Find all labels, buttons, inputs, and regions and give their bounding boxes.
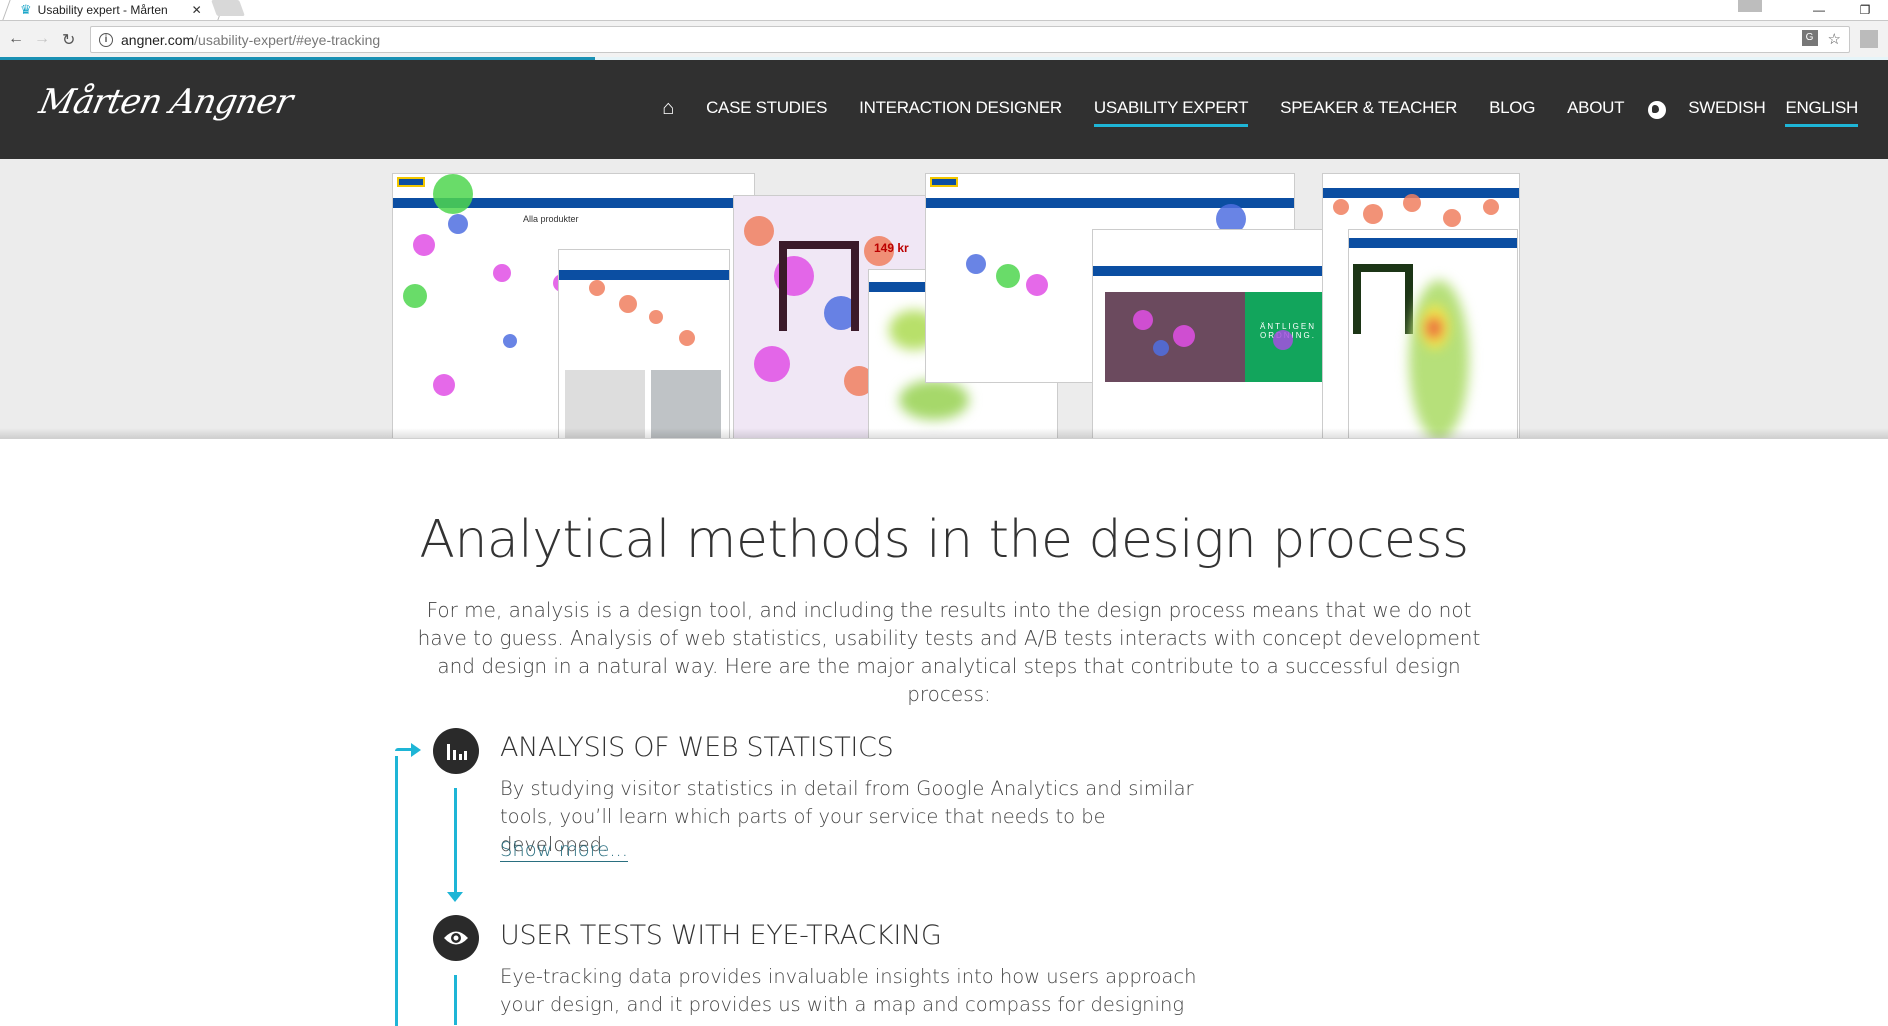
gaze-dot	[1403, 194, 1421, 212]
gaze-dot	[493, 264, 511, 282]
gaze-dot	[403, 284, 427, 308]
arrow-down-icon	[447, 892, 463, 902]
gaze-dot	[1153, 340, 1169, 356]
stool-image	[1353, 264, 1413, 334]
bookmark-star-icon[interactable]: ☆	[1828, 30, 1841, 48]
product-photo	[565, 370, 645, 438]
gaze-dot	[744, 216, 774, 246]
url-path: /usability-expert/#eye-tracking	[194, 31, 381, 48]
gaze-dot	[996, 264, 1020, 288]
step-title-eye-tracking: USER TESTS WITH EYE-TRACKING	[500, 920, 942, 951]
gaze-dot	[503, 334, 517, 348]
site-logo[interactable]: Mårten Angner	[36, 82, 296, 122]
lang-swedish[interactable]: SWEDISH	[1688, 92, 1766, 127]
product-photo	[651, 370, 721, 438]
cast-icon[interactable]	[1860, 30, 1878, 48]
ikea-nav-bar	[1093, 266, 1346, 276]
flow-loop-line	[395, 756, 398, 1026]
site-header: Mårten Angner ⌂ CASE STUDIES INTERACTION…	[0, 60, 1888, 159]
restore-button[interactable]: ❐	[1842, 3, 1888, 17]
eye-icon	[433, 915, 479, 961]
show-more-link[interactable]: Show more...	[500, 838, 628, 862]
gaze-dot	[1273, 330, 1293, 350]
url-host: angner.com	[121, 31, 195, 48]
nav-case-studies[interactable]: CASE STUDIES	[706, 92, 827, 127]
gaze-dot	[433, 174, 473, 214]
gaze-dot	[433, 374, 455, 396]
flow-step-line	[454, 788, 457, 894]
crown-favicon-icon: ♛	[20, 2, 32, 17]
nav-blog[interactable]: BLOG	[1489, 92, 1535, 127]
hero-eye-tracking-collage: Alla produkter 149 kr ÄNTLIGEN	[0, 159, 1888, 439]
gaze-dot	[754, 346, 790, 382]
heatmap-screenshot-stool	[1348, 229, 1518, 438]
gaze-dot	[589, 280, 605, 296]
gaze-dot	[679, 330, 695, 346]
heatmap-blob	[1409, 280, 1469, 438]
heatmap-blob	[899, 380, 969, 420]
nav-interaction-designer[interactable]: INTERACTION DESIGNER	[859, 92, 1062, 127]
nav-usability-expert[interactable]: USABILITY EXPERT	[1093, 92, 1248, 127]
close-tab-icon[interactable]: ✕	[192, 3, 202, 17]
lang-english[interactable]: ENGLISH	[1785, 92, 1858, 127]
ikea-nav-bar	[559, 270, 729, 280]
ikea-nav-bar	[1349, 238, 1517, 248]
gazeplot-screenshot-kitchenware	[558, 249, 730, 438]
globe-icon	[1648, 100, 1667, 119]
forward-icon[interactable]: →	[34, 30, 50, 48]
page-title: Analytical methods in the design process	[419, 510, 1469, 570]
step-title-web-statistics: ANALYSIS OF WEB STATISTICS	[500, 732, 894, 763]
gaze-dot	[1333, 199, 1349, 215]
translate-icon[interactable]: G	[1801, 30, 1818, 46]
profile-icon[interactable]	[1738, 0, 1762, 12]
gaze-dot	[1133, 310, 1153, 330]
step-text-eye-tracking: Eye-tracking data provides invaluable in…	[500, 965, 1197, 1016]
gaze-dot	[413, 234, 435, 256]
browser-tab[interactable]: ♛ Usability expert - Mårten ✕	[6, 0, 206, 20]
chair-image	[779, 241, 859, 331]
gaze-dot	[1363, 204, 1383, 224]
gazeplot-screenshot-campaign: ÄNTLIGEN ORDNING.	[1092, 229, 1347, 438]
gaze-dot	[1173, 325, 1195, 347]
info-icon[interactable]: i	[99, 32, 113, 47]
nav-speaker-teacher[interactable]: SPEAKER & TEACHER	[1280, 92, 1457, 127]
all-products-label: Alla produkter	[523, 214, 579, 224]
url-input[interactable]: i angner.com /usability-expert/#eye-trac…	[90, 26, 1850, 53]
browser-tab-bar: ♛ Usability expert - Mårten ✕ — ❐	[0, 0, 1888, 20]
back-icon[interactable]: ←	[8, 30, 24, 48]
address-toolbar: ← → ↻ i angner.com /usability-expert/#ey…	[0, 20, 1888, 58]
reload-icon[interactable]: ↻	[62, 30, 75, 50]
gaze-dot	[1443, 209, 1461, 227]
tab-title: Usability expert - Mårten	[37, 3, 168, 17]
heatmap-blob	[1427, 318, 1441, 338]
price-label: 149 kr	[874, 241, 909, 255]
arrow-right-icon	[411, 743, 421, 757]
ikea-logo	[397, 177, 425, 187]
bar-chart-icon	[433, 728, 479, 774]
flow-step-line	[454, 975, 457, 1025]
main-nav: ⌂ CASE STUDIES INTERACTION DESIGNER USAB…	[662, 60, 1858, 159]
nav-about[interactable]: ABOUT	[1567, 92, 1624, 127]
new-tab-button[interactable]	[211, 0, 245, 16]
gaze-dot	[619, 295, 637, 313]
ikea-nav-bar	[1323, 188, 1519, 198]
minimize-button[interactable]: —	[1796, 3, 1842, 17]
gaze-dot	[966, 254, 986, 274]
ikea-logo	[930, 177, 958, 187]
gaze-dot	[1026, 274, 1048, 296]
home-icon[interactable]: ⌂	[662, 91, 674, 129]
gaze-dot	[1483, 199, 1499, 215]
window-controls: — ❐	[1738, 0, 1888, 20]
gaze-dot	[448, 214, 468, 234]
intro-paragraph: For me, analysis is a design tool, and i…	[417, 598, 1481, 706]
gaze-dot	[649, 310, 663, 324]
